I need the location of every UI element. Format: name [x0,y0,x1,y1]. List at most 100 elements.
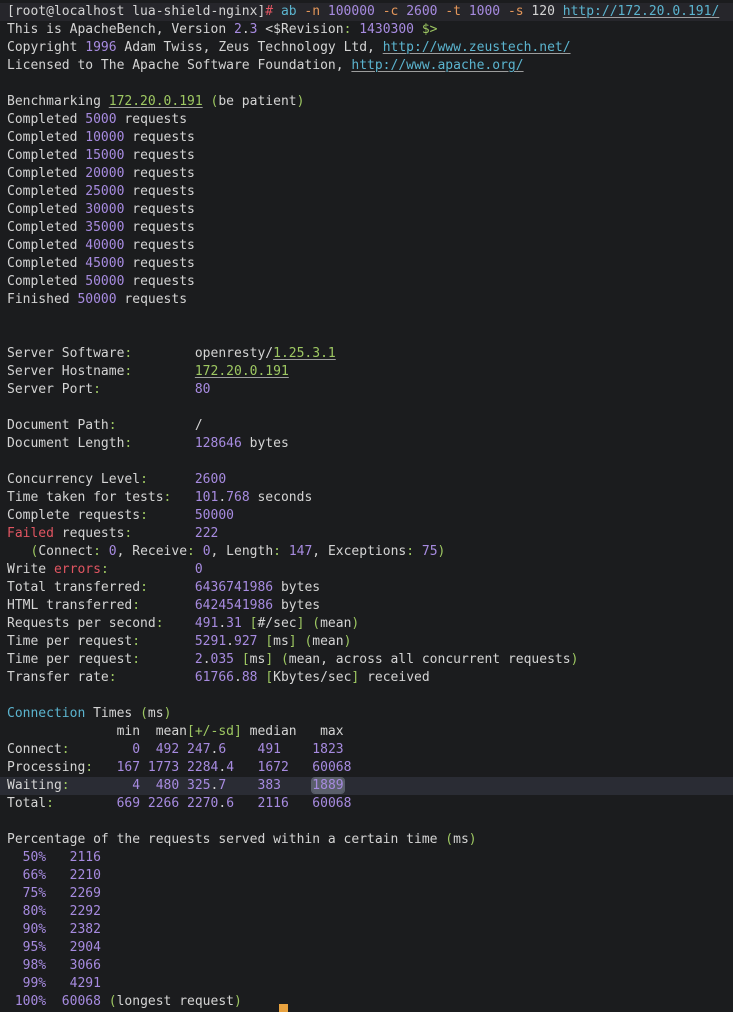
text-segment: 0 [195,562,203,577]
text-segment [148,472,195,487]
text-segment: 4 [226,760,234,775]
text-segment: [ [242,652,250,667]
text-segment: 927 [234,634,257,649]
text-segment [46,940,69,955]
text-segment: Connection [7,706,85,721]
text-segment [140,598,195,613]
terminal-link[interactable]: http://www.zeustech.net/ [383,40,571,55]
text-segment: 45000 [85,256,124,271]
text-segment: median max [242,724,344,739]
text-segment [46,976,69,991]
text-segment: 101 [195,490,218,505]
text-segment: ] [265,652,273,667]
text-segment: Licensed to The Apache Software Foundati… [7,58,351,73]
text-segment [140,778,156,793]
server-port-line: Server Port: 80 [0,381,733,399]
text-segment [7,886,23,901]
text-segment: requests [124,184,194,199]
text-segment: : [101,562,109,577]
text-segment [7,922,23,937]
text-segment: 80% [23,904,46,919]
text-segment [234,760,257,775]
terminal-link[interactable]: http://172.20.0.191/ [563,4,720,19]
text-segment: 90% [23,922,46,937]
text-segment: [ [265,634,273,649]
document-length-line: Document Length: 128646 bytes [0,435,733,453]
text-segment: ) [351,616,359,631]
text-segment: 20000 [85,166,124,181]
text-segment: ) [297,94,305,109]
progress-line: Completed 25000 requests [0,183,733,201]
text-segment [7,976,23,991]
text-segment: . [218,760,226,775]
text-segment: : [140,580,148,595]
terminal-link[interactable]: 172.20.0.191 [109,94,203,109]
text-segment: mean [312,634,343,649]
text-segment: #/sec [257,616,296,631]
text-segment: 40000 [85,238,124,253]
time-per-request-concurrent-line: Time per request: 2.035 [ms] (mean, acro… [0,651,733,669]
text-segment [195,544,203,559]
write-errors-line: Write errors: 0 [0,561,733,579]
text-segment: : [93,544,101,559]
text-segment: . [203,652,211,667]
blank-line [0,327,733,345]
text-segment: Transfer rate [7,670,109,685]
text-segment: 66% [23,868,46,883]
text-segment: 6 [226,796,234,811]
license-line: Licensed to The Apache Software Foundati… [0,57,733,75]
percentile-line: 90% 2382 [0,921,733,939]
text-segment [46,850,69,865]
text-segment: Benchmarking [7,94,109,109]
text-segment: : [156,616,164,631]
text-segment [148,508,195,523]
text-segment: 491 [195,616,218,631]
text-segment: requests [54,526,124,541]
text-segment: Completed [7,274,85,289]
percentage-title: Percentage of the requests served within… [0,831,733,849]
html-transferred-line: HTML transferred: 6424541986 bytes [0,597,733,615]
progress-line: Completed 5000 requests [0,111,733,129]
text-segment: ) [164,706,172,721]
terminal-output[interactable]: [root@localhost lua-shield-nginx]# ab -n… [0,0,733,1011]
text-segment [7,940,23,955]
text-segment: bytes [273,598,320,613]
text-segment: requests [124,238,194,253]
terminal-link[interactable]: 1.25.3.1 [273,346,336,361]
text-segment: Time taken for tests [7,490,164,505]
text-segment: HTML transferred [7,598,132,613]
prompt-command: [root@localhost lua-shield-nginx]# ab -n… [0,3,733,21]
text-segment: ( [281,652,289,667]
text-segment [273,4,281,19]
text-segment: 2 [234,22,242,37]
text-segment [461,4,469,19]
text-segment [140,652,195,667]
text-segment [281,778,312,793]
text-segment: <$Revision [257,22,343,37]
text-segment: ms [250,652,266,667]
text-segment: 50000 [195,508,234,523]
text-segment [54,796,117,811]
text-segment: requests [124,148,194,163]
text-segment [398,4,406,19]
text-segment: : [93,382,101,397]
text-segment: Requests per second [7,616,156,631]
text-segment: Time per request [7,652,132,667]
concurrency-level-line: Concurrency Level: 2600 [0,471,733,489]
progress-line: Completed 45000 requests [0,255,733,273]
text-segment: Write [7,562,54,577]
text-segment: ab [281,4,297,19]
text-segment: requests [124,274,194,289]
text-segment: 035 [211,652,234,667]
text-segment: . [234,670,242,685]
blank-line [0,75,733,93]
text-segment: Document Path [7,418,109,433]
text-segment [46,994,62,1009]
text-segment: errors [54,562,101,577]
text-segment: $> [422,22,438,37]
terminal-link[interactable]: 172.20.0.191 [195,364,289,379]
terminal-link[interactable]: http://www.apache.org/ [351,58,523,73]
text-segment: 1773 [148,760,179,775]
text-segment: Waiting [7,778,62,793]
text-segment: 325 [187,778,210,793]
